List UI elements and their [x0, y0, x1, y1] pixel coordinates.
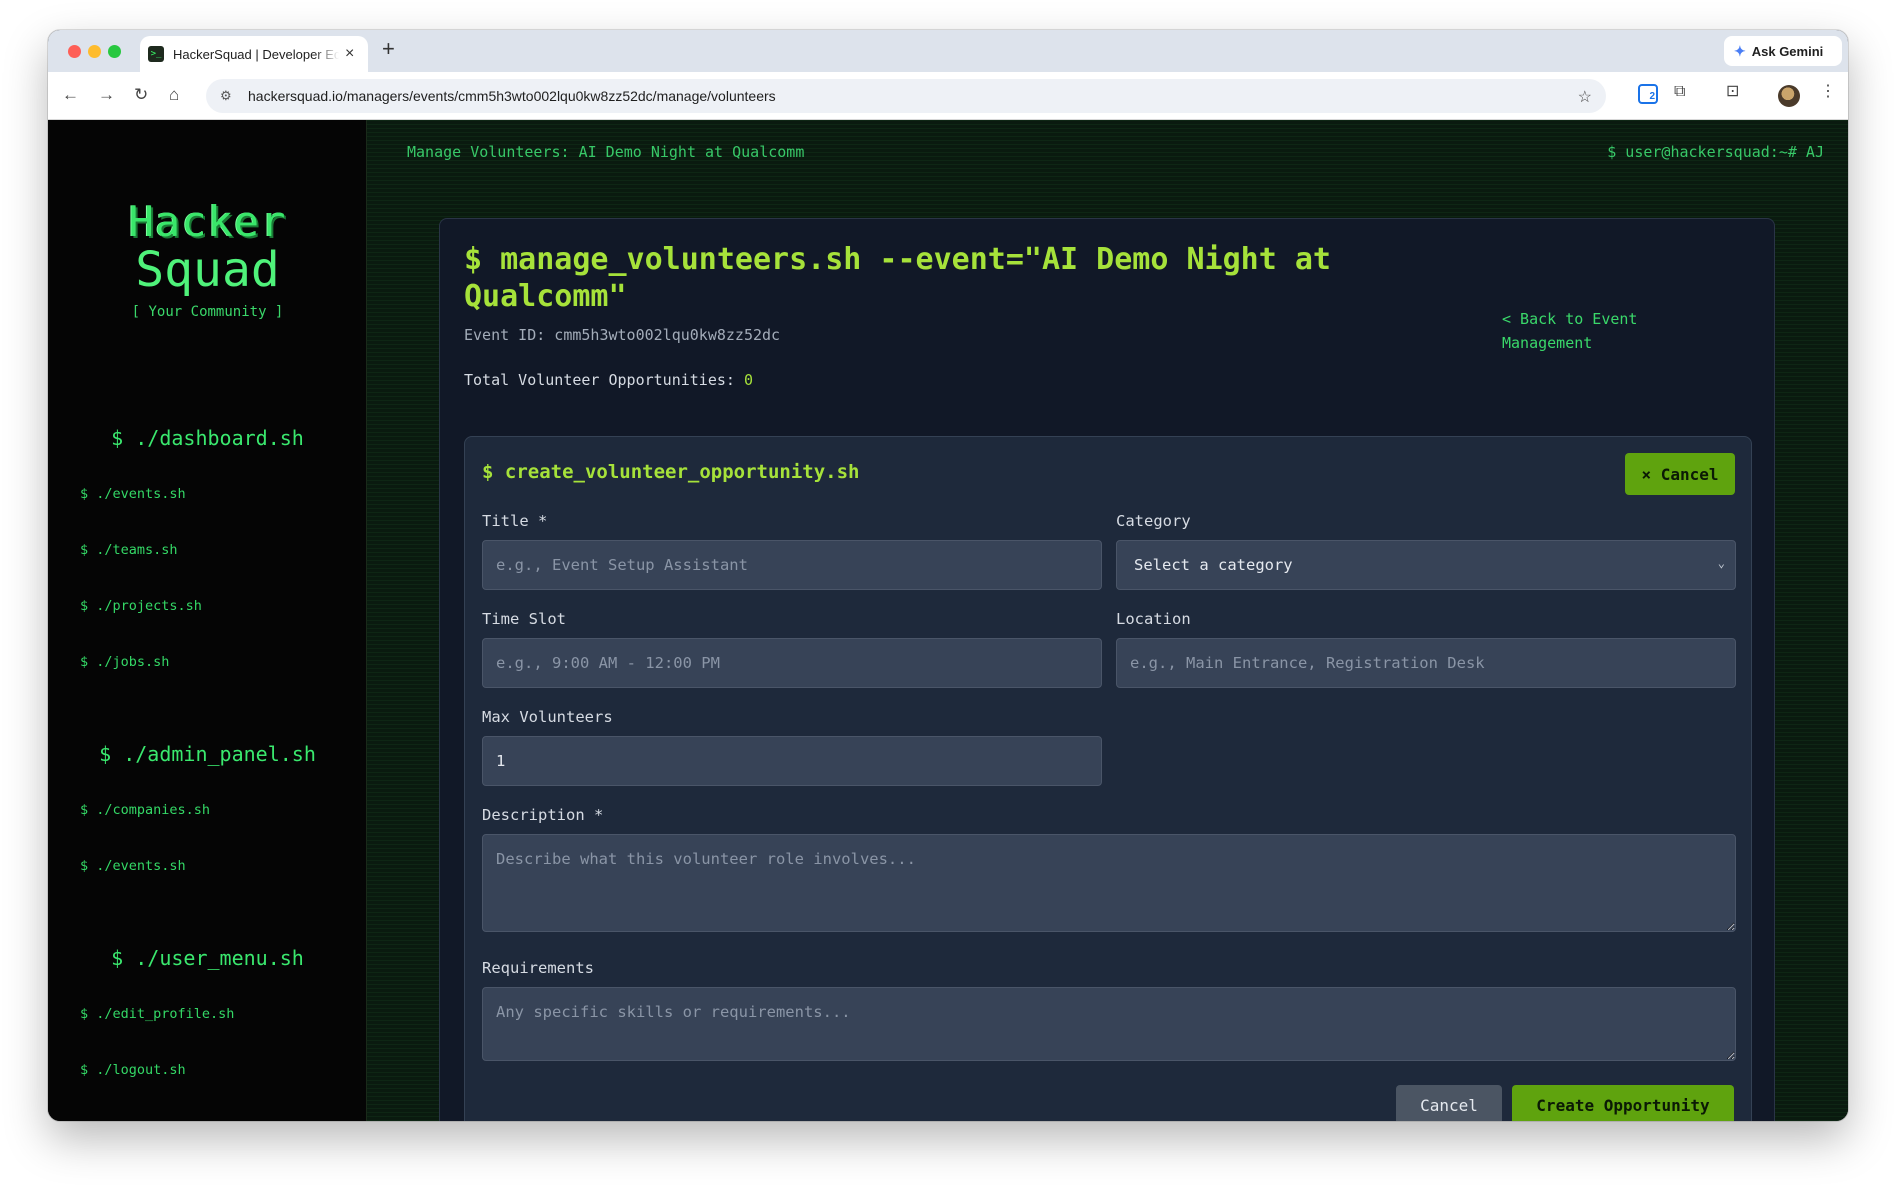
browser-toolbar: ← → ↻ ⌂ ⚙ hackersquad.io/managers/events… [48, 72, 1848, 120]
browser-menu-icon[interactable]: ⋮ [1820, 84, 1836, 100]
chevron-down-icon: ⌄ [1717, 556, 1725, 570]
requirements-textarea[interactable] [482, 987, 1736, 1061]
sidebar-section-dashboard[interactable]: $ ./dashboard.sh [48, 426, 367, 450]
site-settings-icon[interactable]: ⚙ [220, 88, 238, 104]
location-input[interactable] [1116, 638, 1736, 688]
max-volunteers-input[interactable] [482, 736, 1102, 786]
app: Hacker Squad [ Your Community ] $ ./dash… [48, 120, 1848, 1121]
tab-search-icon[interactable]: ⊡ [1726, 84, 1739, 100]
page-breadcrumb: Manage Volunteers: AI Demo Night at Qual… [407, 143, 805, 161]
description-textarea[interactable] [482, 834, 1736, 932]
browser-window: >_ HackerSquad | Developer Ecosystem × +… [48, 30, 1848, 1121]
logo-tagline: [ Your Community ] [131, 304, 284, 320]
user-prompt[interactable]: $ user@hackersquad:~# AJ [1607, 143, 1824, 161]
sidebar-section-user-menu[interactable]: $ ./user_menu.sh [48, 946, 367, 970]
category-selected-value: Select a category [1134, 556, 1293, 574]
page-title: $ manage_volunteers.sh --event="AI Demo … [464, 242, 1331, 314]
close-window-button[interactable] [68, 45, 81, 58]
home-icon[interactable]: ⌂ [169, 86, 179, 103]
description-label: Description * [482, 806, 604, 824]
main-content: Manage Volunteers: AI Demo Night at Qual… [367, 120, 1848, 1121]
tab-strip: >_ HackerSquad | Developer Ecosystem × +… [48, 30, 1848, 72]
requirements-label: Requirements [482, 959, 594, 977]
event-id: Event ID: cmm5h3wto002lqu0kw8zz52dc [464, 326, 781, 344]
reload-icon[interactable]: ↻ [134, 86, 148, 103]
category-select[interactable]: Select a category ⌄ [1116, 540, 1736, 590]
sidebar-item-events[interactable]: $ ./events.sh [80, 486, 186, 502]
total-opportunities-count: 0 [743, 371, 753, 389]
sidebar-item-logout[interactable]: $ ./logout.sh [80, 1062, 186, 1078]
manage-volunteers-panel: $ manage_volunteers.sh --event="AI Demo … [439, 218, 1775, 1121]
logo-squad-text: Squad [135, 242, 280, 298]
back-arrow-icon[interactable]: ← [62, 86, 79, 103]
ask-gemini-label: Ask Gemini [1751, 43, 1824, 59]
browser-tab-active[interactable]: >_ HackerSquad | Developer Ecosystem × [140, 36, 368, 72]
address-bar[interactable]: ⚙ hackersquad.io/managers/events/cmm5h3w… [206, 79, 1606, 113]
sidebar-item-jobs[interactable]: $ ./jobs.sh [80, 654, 169, 670]
forward-arrow-icon[interactable]: → [98, 86, 115, 103]
hackersquad-logo[interactable]: Hacker Squad [ Your Community ] [48, 197, 367, 321]
sidebar-item-teams[interactable]: $ ./teams.sh [80, 542, 178, 558]
terminal-favicon-icon: >_ [148, 46, 164, 62]
timeslot-label: Time Slot [482, 610, 566, 628]
sidebar-item-projects[interactable]: $ ./projects.sh [80, 598, 202, 614]
total-opportunities: Total Volunteer Opportunities: 0 [464, 371, 753, 389]
sparkle-icon: ✦ [1734, 42, 1746, 59]
create-opportunity-button[interactable]: Create Opportunity [1512, 1085, 1734, 1121]
minimize-window-button[interactable] [88, 45, 101, 58]
logo-hacker-text: Hacker [128, 197, 287, 246]
location-label: Location [1116, 610, 1191, 628]
total-opportunities-label: Total Volunteer Opportunities: [464, 371, 735, 389]
profile-avatar[interactable] [1778, 85, 1800, 107]
back-to-event-management-link[interactable]: < Back to Event Management [1502, 307, 1682, 355]
tab-title: HackerSquad | Developer Ecosystem [173, 46, 339, 62]
max-volunteers-label: Max Volunteers [482, 708, 613, 726]
sidebar: Hacker Squad [ Your Community ] $ ./dash… [48, 120, 367, 1121]
extensions-puzzle-icon[interactable]: ⧉ [1674, 84, 1685, 100]
new-tab-button[interactable]: + [382, 38, 395, 60]
bookmark-star-icon[interactable]: ☆ [1578, 87, 1592, 107]
ask-gemini-button[interactable]: ✦ Ask Gemini [1724, 36, 1842, 66]
sidebar-section-admin-panel[interactable]: $ ./admin_panel.sh [48, 742, 367, 766]
sidebar-item-edit-profile[interactable]: $ ./edit_profile.sh [80, 1006, 234, 1022]
sidebar-item-companies[interactable]: $ ./companies.sh [80, 802, 210, 818]
timeslot-input[interactable] [482, 638, 1102, 688]
extension-badge-icon[interactable]: 2 [1638, 84, 1658, 104]
sidebar-item-admin-events[interactable]: $ ./events.sh [80, 858, 186, 874]
title-label: Title * [482, 512, 548, 530]
title-input[interactable] [482, 540, 1102, 590]
url-text: hackersquad.io/managers/events/cmm5h3wto… [248, 88, 776, 104]
cancel-form-button[interactable]: × Cancel [1625, 453, 1735, 495]
cancel-button[interactable]: Cancel [1396, 1085, 1502, 1121]
form-title: $ create_volunteer_opportunity.sh [482, 461, 860, 483]
maximize-window-button[interactable] [108, 45, 121, 58]
category-label: Category [1116, 512, 1191, 530]
create-opportunity-form: $ create_volunteer_opportunity.sh × Canc… [464, 436, 1752, 1121]
close-tab-icon[interactable]: × [345, 46, 354, 62]
